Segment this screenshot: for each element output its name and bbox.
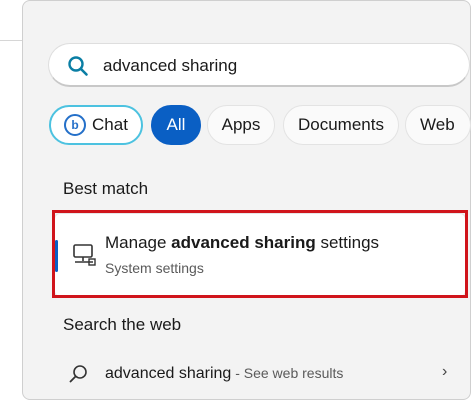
divider — [0, 40, 22, 41]
filter-documents-label: Documents — [298, 115, 384, 134]
filter-all-label: All — [166, 115, 186, 134]
result-title-suffix: settings — [315, 233, 380, 252]
filter-documents[interactable]: Documents — [283, 105, 399, 145]
search-web-heading: Search the web — [63, 315, 182, 334]
filter-chat-label: Chat — [92, 115, 128, 134]
start-search-panel: advanced sharing b Chat All Apps Documen… — [22, 0, 471, 400]
result-title: Manage advanced sharing settings — [105, 233, 379, 253]
best-match-result[interactable]: Manage advanced sharing settings System … — [54, 213, 466, 297]
filter-chat[interactable]: b Chat — [49, 105, 143, 145]
search-icon — [68, 56, 88, 76]
filter-apps[interactable]: Apps — [207, 105, 275, 145]
web-results-hint: - See web results — [231, 365, 344, 381]
search-box[interactable]: advanced sharing — [48, 43, 470, 87]
best-match-heading: Best match — [63, 179, 149, 198]
background-window — [0, 0, 22, 402]
web-query-text: advanced sharing — [105, 365, 232, 382]
bing-chat-icon: b — [64, 114, 87, 136]
result-title-match: advanced sharing — [171, 233, 316, 252]
filter-all[interactable]: All — [151, 105, 201, 145]
network-computer-icon — [73, 244, 96, 266]
result-subtitle: System settings — [105, 260, 204, 276]
filter-apps-label: Apps — [221, 115, 261, 134]
filter-web[interactable]: Web — [405, 105, 471, 145]
web-search-result[interactable]: advanced sharing - See web results › — [54, 353, 466, 395]
chevron-right-icon[interactable]: › — [442, 363, 447, 381]
result-title-prefix: Manage — [105, 233, 172, 252]
web-query: advanced sharing - See web results — [105, 365, 343, 383]
search-input[interactable]: advanced sharing — [103, 56, 237, 76]
search-icon — [69, 365, 87, 383]
selection-indicator — [55, 240, 58, 272]
filter-web-label: Web — [420, 115, 455, 134]
